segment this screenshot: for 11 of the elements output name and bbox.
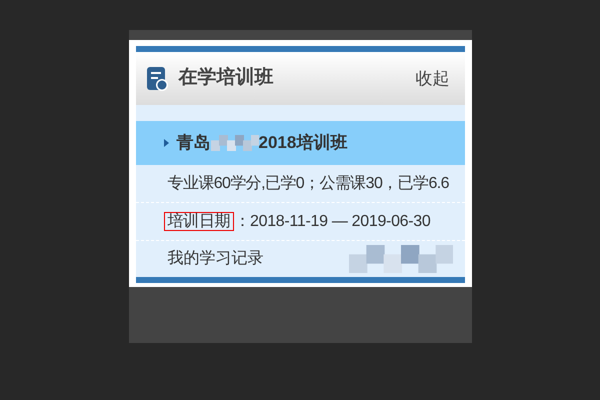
panel-title: 在学培训班 <box>178 66 274 90</box>
course-row[interactable]: 青岛 2018培训班 <box>136 121 464 165</box>
blur-patch <box>210 135 258 151</box>
document-clock-icon <box>144 66 168 92</box>
training-date-text: 培训日期 ：2018-11-19 — 2019-06-30 <box>136 203 464 240</box>
caret-icon <box>164 139 168 147</box>
course-title: 2018培训班 <box>258 132 348 154</box>
collapse-link[interactable]: 收起 <box>416 66 450 92</box>
credits-text: 专业课60学分,已学0；公需课30，已学6.6 <box>166 174 450 194</box>
course-title: 青岛 <box>176 132 210 154</box>
study-record-link[interactable]: 我的学习记录 <box>168 247 264 271</box>
